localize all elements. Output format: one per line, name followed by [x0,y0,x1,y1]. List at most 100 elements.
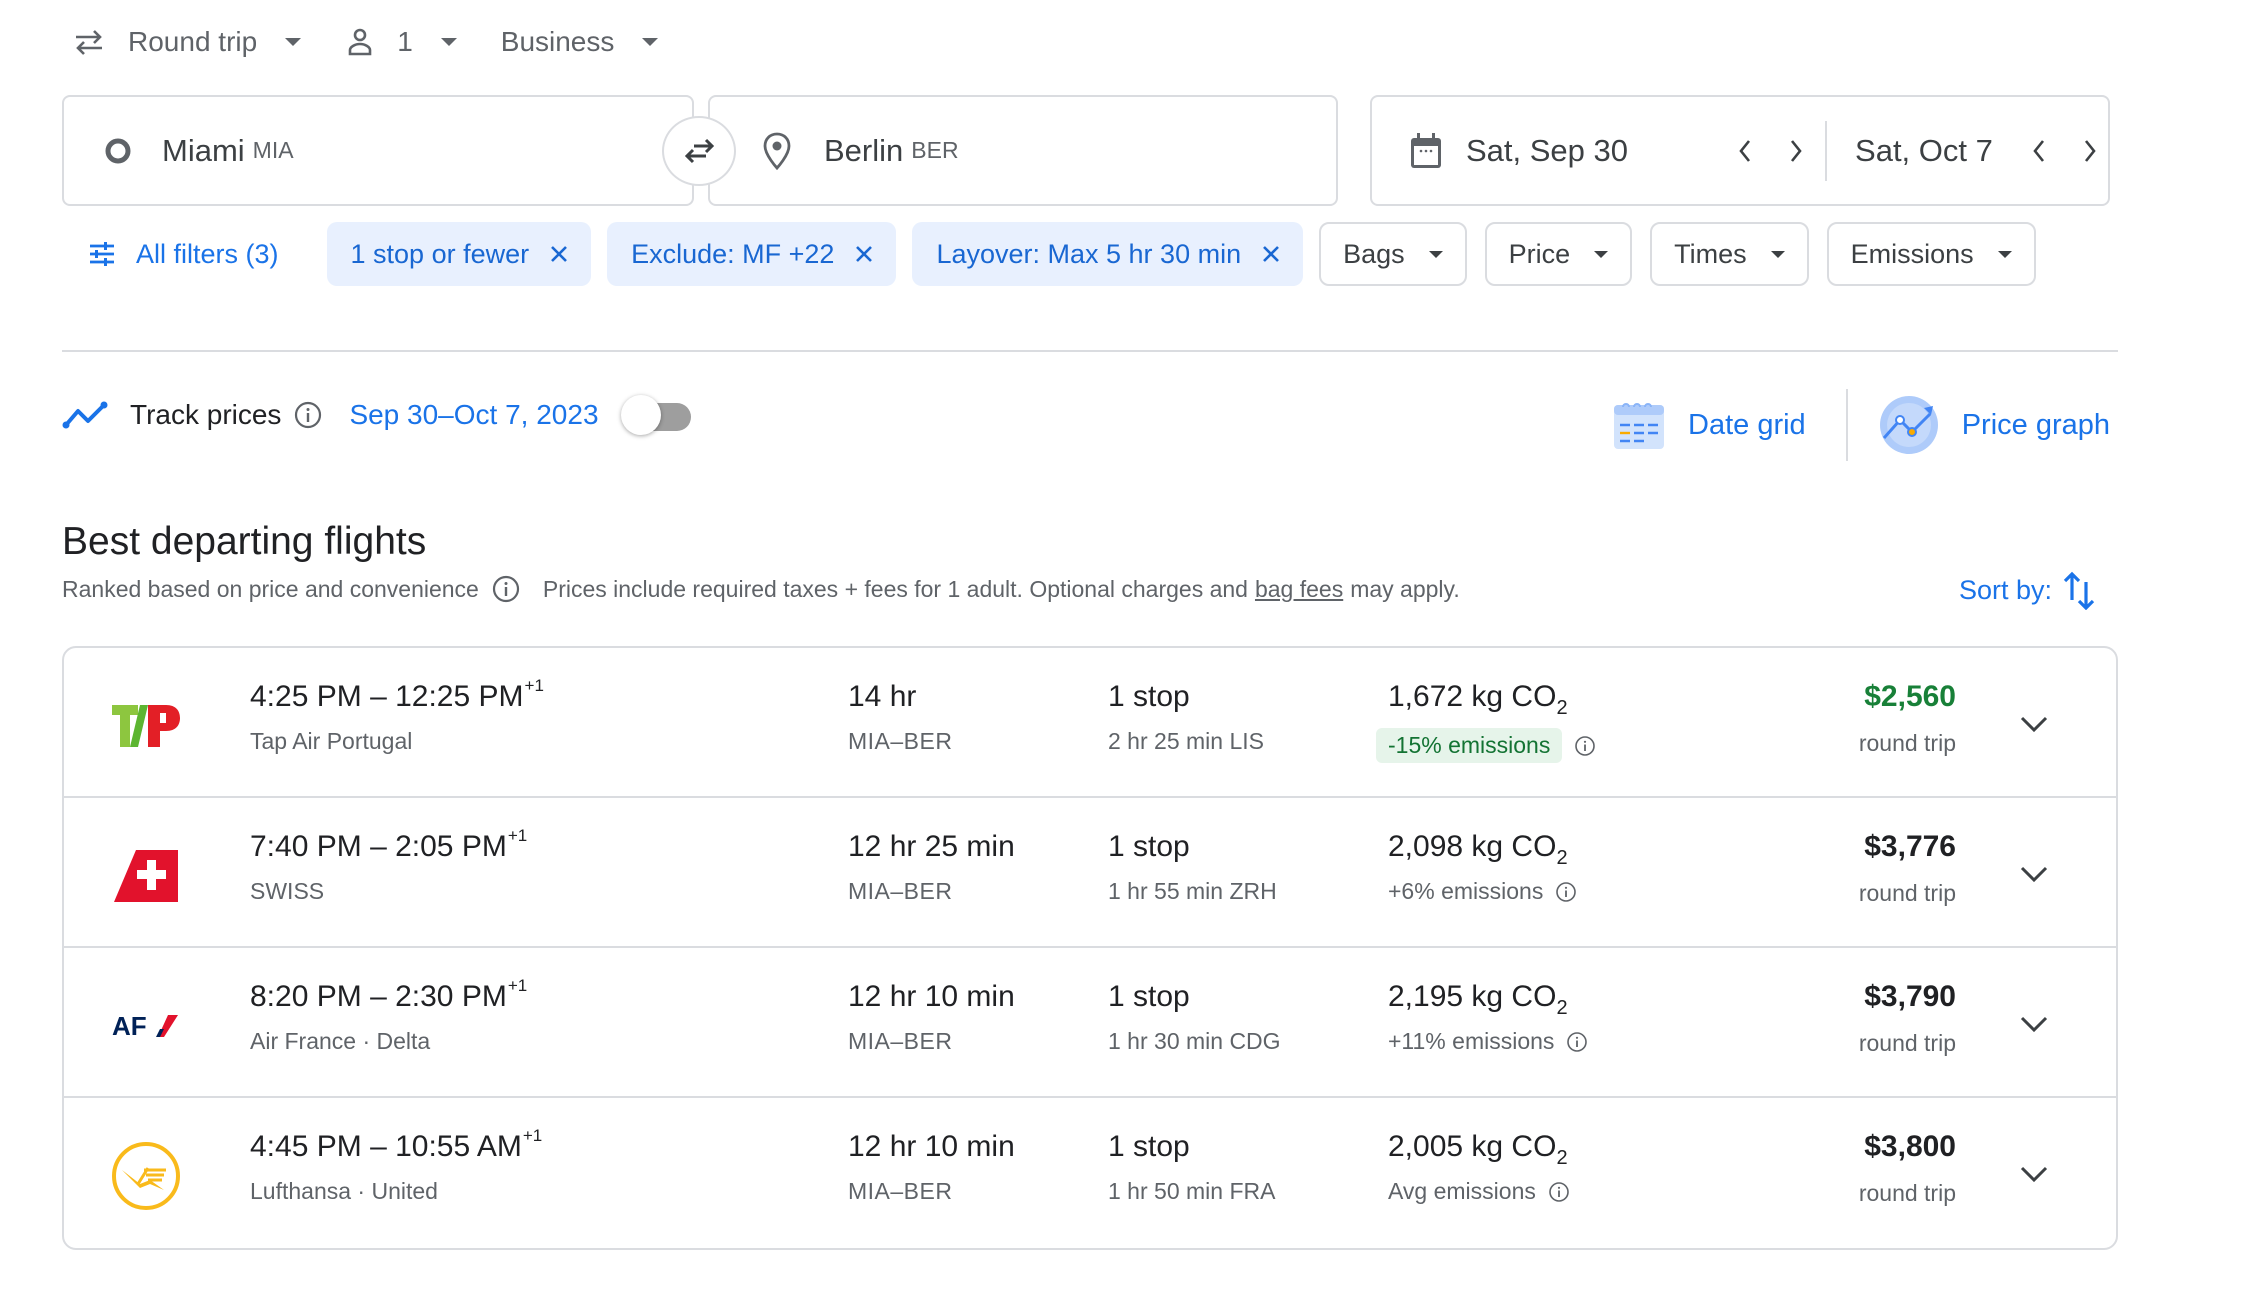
flight-result-row[interactable]: 4:25 PM – 12:25 PM+1 Tap Air Portugal 14… [64,648,2116,798]
all-filters-label: All filters (3) [136,238,279,269]
flight-result-row[interactable]: 4:45 PM – 10:55 AM+1 Lufthansa · United … [64,1098,2116,1248]
depart-time: 4:25 PM [250,680,362,713]
track-date-range: Sep 30–Oct 7, 2023 [349,399,599,430]
chevron-down-icon [2020,1166,2048,1183]
chip-label: Price [1508,238,1571,269]
chip-label: Emissions [1850,238,1974,269]
emissions-text: +11% emissions [1388,1028,1555,1054]
filter-chip-exclude-airlines[interactable]: Exclude: MF +22 [607,222,897,286]
layover-info: 1 hr 50 min FRA [1108,1178,1276,1204]
depart-time: 8:20 PM [250,980,362,1013]
info-icon[interactable] [1548,1181,1570,1203]
close-icon[interactable] [549,244,569,264]
price-graph-button[interactable]: Price graph [1878,394,2110,456]
bag-fees-link[interactable]: bag fees [1255,576,1343,603]
date-grid-button[interactable]: Date grid [1612,397,1806,453]
date-grid-label: Date grid [1688,408,1806,441]
chip-label: Bags [1343,238,1405,269]
ranked-note: Ranked based on price and convenience [62,575,479,602]
co2-amount: 2,195 kg CO2 [1388,980,1568,1019]
trip-type-label: Round trip [128,26,258,57]
expand-details-button[interactable] [2010,700,2058,748]
results-title: Best departing flights [62,520,427,563]
airline-name: Lufthansa · United [250,1178,438,1204]
person-icon [345,27,375,57]
lufthansa-logo [110,1140,182,1212]
emissions-info: +6% emissions [1388,878,1577,905]
flight-times: 7:40 PM – 2:05 PM+1 [250,826,528,863]
depart-date: Sat, Sep 30 [1466,132,1629,168]
filter-chip-layover[interactable]: Layover: Max 5 hr 30 min [912,222,1304,286]
depart-date-section[interactable]: Sat, Sep 30 [1372,97,1723,204]
co2-amount: 2,005 kg CO2 [1388,1130,1568,1169]
return-date-section[interactable]: Sat, Oct 7 [1827,97,2022,204]
co2-subscript: 2 [1556,847,1568,869]
trip-type-select[interactable]: Round trip [72,26,302,58]
sort-by-button[interactable]: Sort by: [1959,570,2096,610]
return-prev-day-button[interactable] [2022,131,2057,171]
info-icon[interactable] [491,574,521,604]
co2-value: 1,672 kg CO [1388,680,1557,713]
flight-route: MIA–BER [848,1178,953,1204]
emissions-badge: -15% emissions [1376,728,1563,763]
flight-result-row[interactable]: AF 8:20 PM – 2:30 PM+1 Air France · Delt… [64,948,2116,1098]
round-trip-arrows-icon [72,27,106,57]
flight-duration: 12 hr 10 min [848,980,1015,1013]
expand-details-button[interactable] [2010,1000,2058,1048]
flight-price: $3,790 [1864,980,1956,1013]
info-icon[interactable] [293,400,323,430]
price-graph-icon [1878,394,1940,456]
chevron-left-icon [1738,139,1750,162]
destination-city: Berlin [824,132,904,168]
cabin-class-select[interactable]: Business [501,26,659,58]
airline-name: Tap Air Portugal [250,728,413,754]
filter-emissions-dropdown[interactable]: Emissions [1826,222,2036,286]
arrive-time: 10:55 AM [395,1130,522,1163]
emissions-text: +6% emissions [1388,878,1544,904]
flight-price: $2,560 [1864,680,1956,713]
info-icon[interactable] [1574,735,1596,757]
expand-details-button[interactable] [2010,1150,2058,1198]
track-prices-toggle[interactable] [620,395,693,435]
passengers-select[interactable]: 1 [345,26,457,58]
chevron-down-icon [2020,866,2048,883]
co2-amount: 1,672 kg CO2 [1388,680,1568,719]
origin-field[interactable]: Miami MIA [62,95,694,206]
flight-duration: 12 hr 10 min [848,1130,1015,1163]
trend-line-icon [62,401,108,429]
close-icon[interactable] [854,244,874,264]
depart-prev-day-button[interactable] [1727,131,1762,171]
destination-field[interactable]: Berlin BER [708,95,1338,206]
info-icon[interactable] [1566,1031,1588,1053]
destination-code: BER [911,137,959,163]
depart-time: 4:45 PM [250,1130,362,1163]
filter-bags-dropdown[interactable]: Bags [1319,222,1467,286]
flight-price: $3,800 [1864,1130,1956,1163]
day-offset: +1 [507,976,528,995]
chevron-down-icon [1428,250,1443,258]
flight-times: 4:25 PM – 12:25 PM+1 [250,676,544,713]
flight-duration: 14 hr [848,680,917,713]
info-icon[interactable] [1555,881,1577,903]
all-filters-button[interactable]: All filters (3) [62,222,303,286]
chip-label: 1 stop or fewer [350,238,530,269]
return-next-day-button[interactable] [2073,131,2108,171]
flight-duration: 12 hr 25 min [848,830,1015,863]
calendar-icon [1408,131,1444,171]
chevron-down-icon [285,38,302,46]
close-icon[interactable] [1261,244,1281,264]
filter-chip-stops[interactable]: 1 stop or fewer [326,222,592,286]
filter-price-dropdown[interactable]: Price [1484,222,1633,286]
flight-route: MIA–BER [848,728,953,754]
flight-result-row[interactable]: 7:40 PM – 2:05 PM+1 SWISS 12 hr 25 min M… [64,798,2116,948]
swap-locations-button[interactable] [662,116,736,186]
expand-details-button[interactable] [2010,850,2058,898]
day-offset: +1 [507,826,528,845]
flight-route: MIA–BER [848,878,953,904]
co2-value: 2,005 kg CO [1388,1130,1557,1163]
filter-times-dropdown[interactable]: Times [1650,222,1809,286]
depart-next-day-button[interactable] [1778,131,1813,171]
swap-arrows-icon [682,136,716,166]
origin-code: MIA [252,137,294,163]
price-graph-label: Price graph [1961,408,2110,441]
